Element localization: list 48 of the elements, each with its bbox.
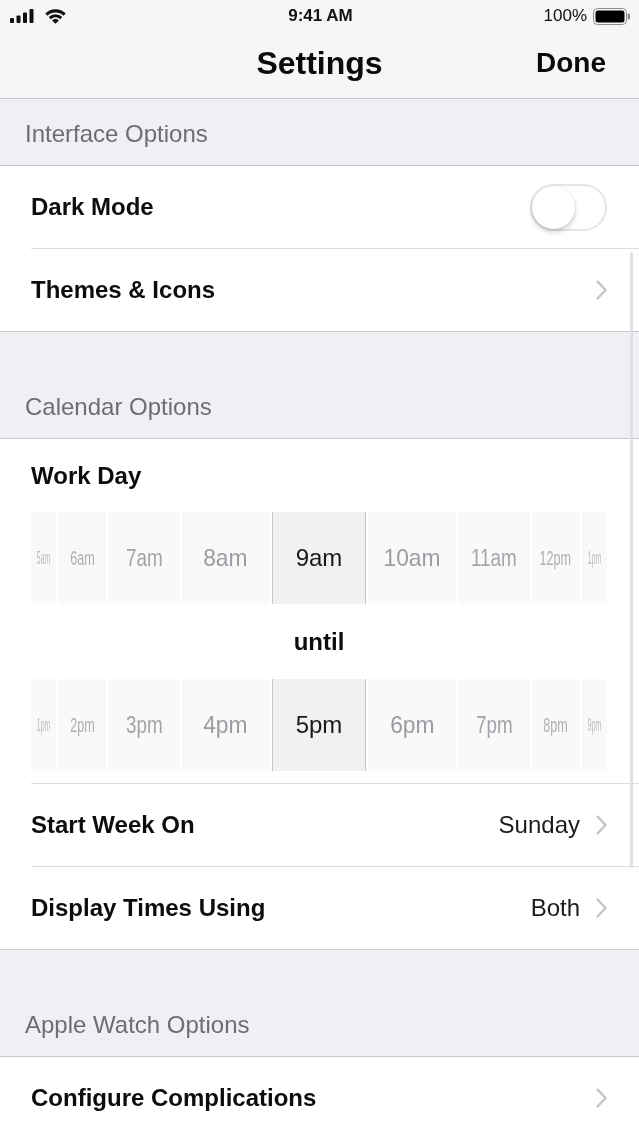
hour-option[interactable]: 9am [271, 512, 367, 604]
settings-row[interactable]: Start Week On Sunday [0, 784, 639, 866]
battery-icon [593, 7, 631, 25]
row-label: Themes & Icons [31, 276, 216, 304]
chevron-icon [596, 1088, 607, 1108]
hour-option[interactable]: 3pm [108, 679, 180, 771]
chevron-icon [596, 280, 607, 300]
section-header: Calendar Options [25, 393, 212, 421]
hour-option[interactable]: 7am [108, 512, 180, 604]
row-label: Configure Complications [31, 1084, 317, 1112]
hour-option[interactable]: 7pm [458, 679, 530, 771]
hour-option[interactable]: 5am [31, 512, 57, 604]
status-time: 9:41 AM [288, 6, 353, 26]
hour-picker[interactable]: 1pm 2pm 3pm 4pm 5pm 6pm 7pm 8pm 9pm [0, 679, 639, 783]
row-label: Dark Mode [31, 193, 154, 221]
hour-option[interactable]: 1pm [31, 679, 57, 771]
hour-picker[interactable]: 5am 6am 7am 8am 9am 10am 11am 12pm 1pm [0, 512, 639, 604]
settings-row[interactable]: Themes & Icons [0, 249, 639, 331]
chevron-icon [596, 898, 607, 918]
hour-option[interactable]: 6am [58, 512, 107, 604]
hour-option[interactable]: 12pm [531, 512, 580, 604]
hour-option[interactable]: 2pm [58, 679, 107, 771]
toggle-switch[interactable] [530, 183, 607, 231]
hour-option[interactable]: 4pm [181, 679, 270, 771]
hour-option[interactable]: 10am [368, 512, 457, 604]
wifi-icon [45, 8, 66, 24]
signal-icon [10, 9, 34, 23]
hour-option[interactable]: 8am [181, 512, 270, 604]
hour-option[interactable]: 11am [458, 512, 530, 604]
row-label: Display Times Using [31, 894, 266, 922]
row-label: Work Day [31, 461, 142, 490]
settings-row[interactable]: Display Times Using Both [0, 867, 639, 949]
hour-option[interactable]: 6pm [368, 679, 457, 771]
hour-option[interactable]: 8pm [531, 679, 580, 771]
row-value: Both [530, 894, 580, 922]
row-value: Sunday [498, 811, 580, 839]
hour-option[interactable]: 9pm [581, 679, 607, 771]
hour-option[interactable]: 1pm [581, 512, 607, 604]
settings-row[interactable]: Configure Complications [0, 1057, 639, 1136]
battery-percentage: 100% [543, 6, 587, 26]
done-button[interactable]: Done [533, 45, 609, 81]
row-label: Start Week On [31, 811, 195, 839]
nav-title: Settings [256, 44, 383, 82]
chevron-icon [596, 815, 607, 835]
picker-caption: until [293, 627, 345, 656]
section-header: Interface Options [25, 120, 208, 148]
section-header: Apple Watch Options [25, 1011, 250, 1039]
hour-option[interactable]: 5pm [271, 679, 367, 771]
